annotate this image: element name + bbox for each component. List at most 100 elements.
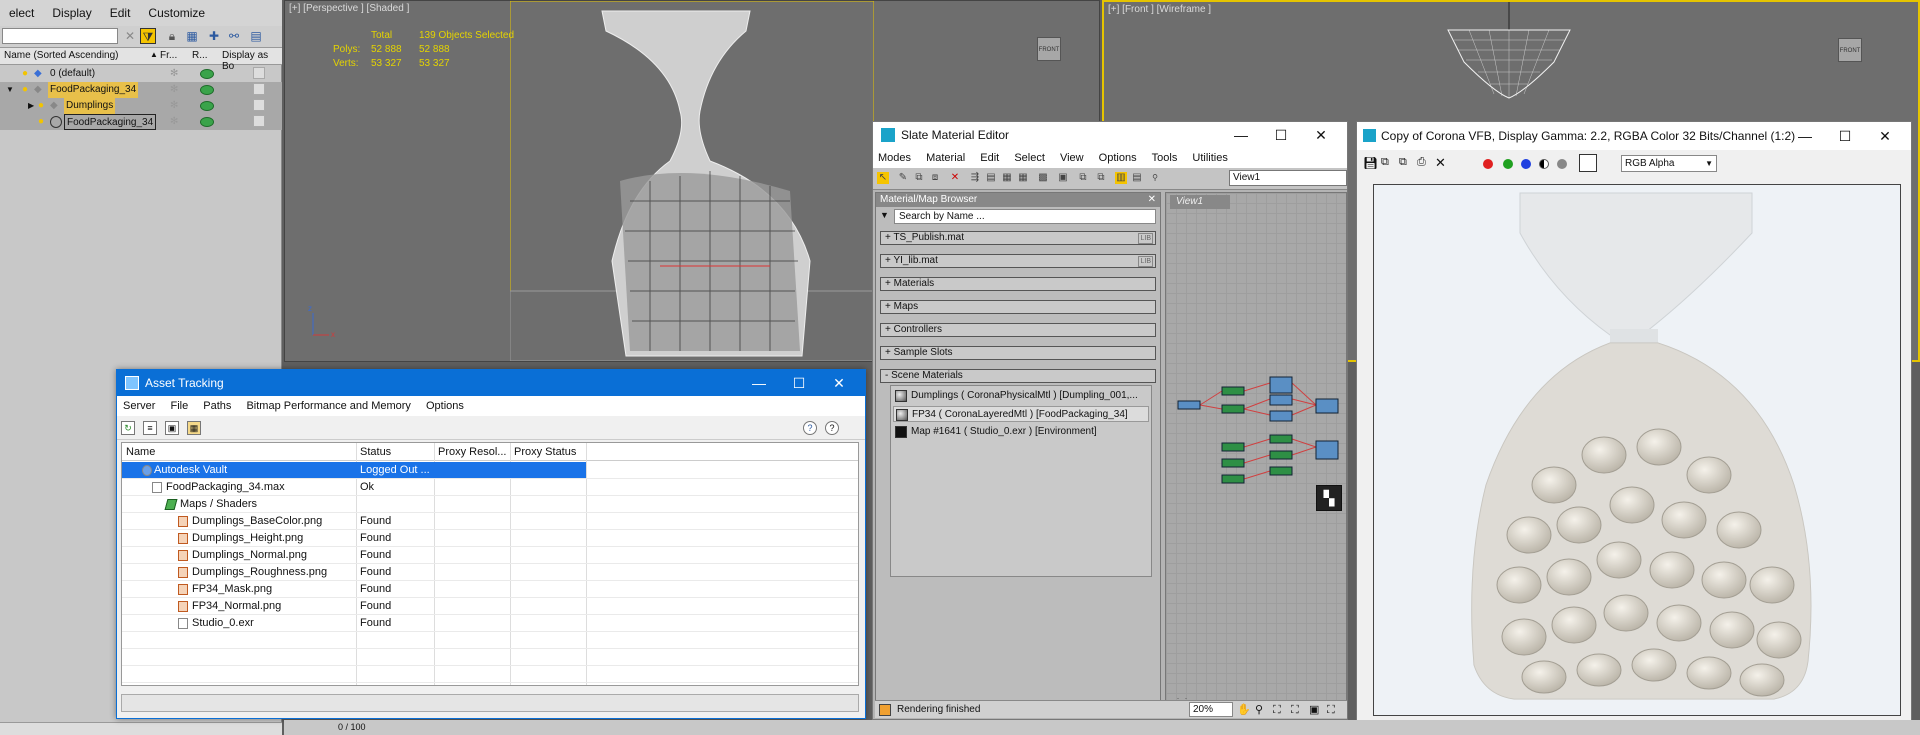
freeze-icon[interactable]: ✻ bbox=[170, 66, 178, 82]
layer-manager-icon[interactable]: ▤ bbox=[248, 28, 264, 44]
explorer-scrollbar[interactable] bbox=[0, 722, 282, 735]
col-render[interactable]: R... bbox=[192, 50, 208, 61]
viewport-label[interactable]: [+] [Front ] [Wireframe ] bbox=[1108, 4, 1211, 15]
collapse-arrow-icon[interactable]: ▼ bbox=[6, 82, 14, 98]
menu-view[interactable]: View bbox=[1060, 152, 1084, 164]
select-tool-icon[interactable]: ↖ bbox=[877, 172, 889, 184]
node-layout-h-icon[interactable]: ⧉ bbox=[1095, 172, 1107, 184]
freeze-icon[interactable]: ✻ bbox=[170, 82, 178, 98]
asset-tracking-titlebar[interactable]: Asset Tracking — ☐ ✕ bbox=[117, 370, 865, 396]
pick-material-icon[interactable]: ✎ bbox=[897, 172, 909, 184]
copy-icon[interactable]: ⧉ bbox=[1381, 156, 1389, 169]
show-map-icon[interactable]: ▣ bbox=[1057, 172, 1069, 184]
zoom-extents-icon[interactable]: ⛶ bbox=[1291, 701, 1299, 719]
bulb-icon[interactable]: ● bbox=[22, 68, 32, 80]
delete-icon[interactable]: ✕ bbox=[949, 172, 961, 184]
move-children-icon[interactable]: ⇶ bbox=[969, 172, 981, 184]
col-frozen[interactable]: Fr... bbox=[160, 50, 177, 61]
table-row[interactable]: Dumplings_Normal.png Found bbox=[122, 547, 858, 564]
add-layer-icon[interactable]: ✚ bbox=[206, 28, 222, 44]
col-status[interactable]: Status bbox=[360, 446, 391, 458]
browser-group[interactable]: + Sample Slots bbox=[880, 346, 1156, 360]
maximize-button[interactable]: ☐ bbox=[779, 370, 819, 396]
render-icon[interactable] bbox=[200, 101, 214, 111]
browser-group[interactable]: + YI_lib.mat LIB bbox=[880, 254, 1156, 268]
menu-select[interactable]: Select bbox=[1014, 152, 1045, 164]
freeze-icon[interactable]: ✻ bbox=[170, 98, 178, 114]
expand-arrow-icon[interactable]: ▶ bbox=[28, 98, 34, 114]
put-to-scene-icon[interactable]: ⧉ bbox=[913, 172, 925, 184]
bulb-icon[interactable]: ● bbox=[38, 116, 48, 128]
display-box-icon[interactable] bbox=[253, 115, 265, 127]
table-row[interactable]: Autodesk Vault Logged Out ... bbox=[122, 462, 858, 479]
viewcube-icon[interactable]: FRONT bbox=[1838, 38, 1862, 62]
render-icon[interactable] bbox=[200, 117, 214, 127]
col-name[interactable]: Name (Sorted Ascending) bbox=[4, 50, 119, 61]
help-online-icon[interactable]: ? bbox=[803, 421, 817, 435]
close-button[interactable]: ✕ bbox=[1865, 122, 1905, 150]
table-row[interactable]: Dumplings_Roughness.png Found bbox=[122, 564, 858, 581]
layout-icon[interactable]: ▦ bbox=[1001, 172, 1013, 184]
display-box-icon[interactable] bbox=[253, 67, 265, 79]
browser-group[interactable]: + Maps bbox=[880, 300, 1156, 314]
table-row[interactable]: FP34_Mask.png Found bbox=[122, 581, 858, 598]
menu-material[interactable]: Material bbox=[926, 152, 965, 164]
layers-icon[interactable]: ▦ bbox=[184, 28, 200, 44]
render-icon[interactable] bbox=[200, 69, 214, 79]
minimize-button[interactable]: — bbox=[1785, 122, 1825, 150]
layout-children-icon[interactable]: ▦ bbox=[1017, 172, 1029, 184]
node-layout-icon[interactable]: ⧉ bbox=[1077, 172, 1089, 184]
hierarchy-icon[interactable]: ⚯ bbox=[226, 28, 242, 44]
menu-options[interactable]: Options bbox=[426, 400, 464, 412]
menu-bitmap-performance[interactable]: Bitmap Performance and Memory bbox=[246, 400, 410, 412]
table-row[interactable]: Dumplings_Height.png Found bbox=[122, 530, 858, 547]
minimize-button[interactable]: — bbox=[739, 370, 779, 396]
menu-tools[interactable]: Tools bbox=[1152, 152, 1178, 164]
hide-unused-icon[interactable]: ▤ bbox=[985, 172, 997, 184]
list-item[interactable]: Map #1641 ( Studio_0.exr ) [Environment] bbox=[893, 424, 1149, 440]
menu-customize[interactable]: Customize bbox=[139, 6, 214, 20]
menu-edit[interactable]: Edit bbox=[980, 152, 999, 164]
browser-group[interactable]: + Controllers bbox=[880, 323, 1156, 337]
print-icon[interactable]: ⎙ bbox=[1417, 156, 1426, 169]
pan-icon[interactable]: ✋ bbox=[1237, 701, 1251, 719]
help-icon[interactable]: ? bbox=[825, 421, 839, 435]
browser-options-icon[interactable]: ▼ bbox=[880, 210, 889, 220]
background-color-swatch[interactable] bbox=[1579, 154, 1597, 172]
col-name[interactable]: Name bbox=[126, 446, 155, 458]
thumbnail-view-icon[interactable]: ▣ bbox=[165, 421, 179, 435]
maximize-button[interactable]: ☐ bbox=[1261, 122, 1301, 148]
timeline-bar[interactable]: 0 / 100 bbox=[284, 720, 1920, 735]
bulb-icon[interactable]: ● bbox=[22, 84, 32, 96]
table-row[interactable]: FP34_Normal.png Found bbox=[122, 598, 858, 615]
minimize-button[interactable]: — bbox=[1221, 122, 1261, 148]
refresh-icon[interactable]: ↻ bbox=[121, 421, 135, 435]
menu-display[interactable]: Display bbox=[43, 6, 100, 20]
list-item[interactable]: FP34 ( CoronaLayeredMtl ) [FoodPackaging… bbox=[893, 406, 1149, 422]
filter-icon[interactable]: ⧩ bbox=[140, 28, 156, 44]
vfb-titlebar[interactable]: Copy of Corona VFB, Display Gamma: 2.2, … bbox=[1357, 122, 1911, 150]
menu-options[interactable]: Options bbox=[1099, 152, 1137, 164]
viewport-label[interactable]: [+] [Perspective ] [Shaded ] bbox=[289, 3, 409, 14]
menu-utilities[interactable]: Utilities bbox=[1192, 152, 1227, 164]
maximize-button[interactable]: ☐ bbox=[1825, 122, 1865, 150]
list-view-icon[interactable]: ≡ bbox=[143, 421, 157, 435]
browser-group[interactable]: + TS_Publish.mat LIB bbox=[880, 231, 1156, 245]
menu-select[interactable]: elect bbox=[0, 6, 43, 20]
zoom-region-icon[interactable]: ⛶ bbox=[1273, 701, 1281, 719]
browser-group[interactable]: + Materials bbox=[880, 277, 1156, 291]
green-channel-icon[interactable] bbox=[1503, 159, 1513, 169]
close-icon[interactable]: ✕ bbox=[1148, 193, 1156, 207]
viewcube-icon[interactable]: FRONT bbox=[1037, 37, 1061, 61]
view-tab[interactable]: View1 bbox=[1170, 195, 1230, 209]
explorer-row[interactable]: ▶ ● ◆ Dumplings ✻ bbox=[0, 98, 282, 114]
view-dropdown[interactable]: View1 bbox=[1229, 170, 1347, 186]
close-button[interactable]: ✕ bbox=[819, 370, 859, 396]
assign-material-icon[interactable]: ⧈ bbox=[929, 172, 941, 184]
clear-icon[interactable]: ✕ bbox=[1435, 155, 1446, 171]
clear-filter-icon[interactable]: ✕ bbox=[122, 28, 138, 44]
list-item[interactable]: Dumplings ( CoronaPhysicalMtl ) [Dumplin… bbox=[893, 388, 1149, 404]
menu-edit[interactable]: Edit bbox=[101, 6, 140, 20]
mono-icon[interactable] bbox=[1557, 159, 1567, 169]
zoom-all-icon[interactable]: ⛶ bbox=[1327, 701, 1335, 719]
